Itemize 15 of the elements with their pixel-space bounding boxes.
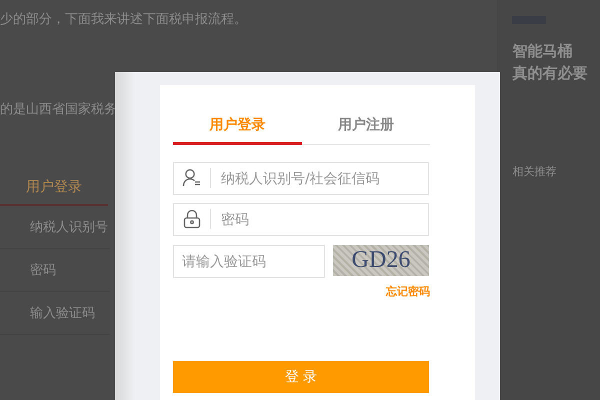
input-field[interactable]: 密码 [173,203,429,236]
sidebar-section-title: 相关推荐 [512,164,558,179]
background-field: 输入验证码 [0,292,110,335]
background-field: 纳税人识别号 [0,206,110,249]
captcha-image[interactable]: GD26 [333,245,429,276]
login-button[interactable]: 登 录 [173,361,429,393]
tab[interactable]: 用户登录 [173,116,302,145]
input-field[interactable]: 纳税人识别号/社会征信码 [173,162,429,195]
tab[interactable]: 用户注册 [302,116,430,145]
background-field: 密码 [0,249,110,292]
captcha-input[interactable]: 请输入验证码 [173,245,325,278]
article-text: 的是山西省国家税务 [0,101,118,118]
forgot-password-link[interactable]: 忘记密码 [386,284,430,299]
article-text: 少的部分，下面我来讲述下面税申报流程。 [0,11,248,28]
sidebar-headline: 智能马桶 真的有必要 [512,41,588,84]
